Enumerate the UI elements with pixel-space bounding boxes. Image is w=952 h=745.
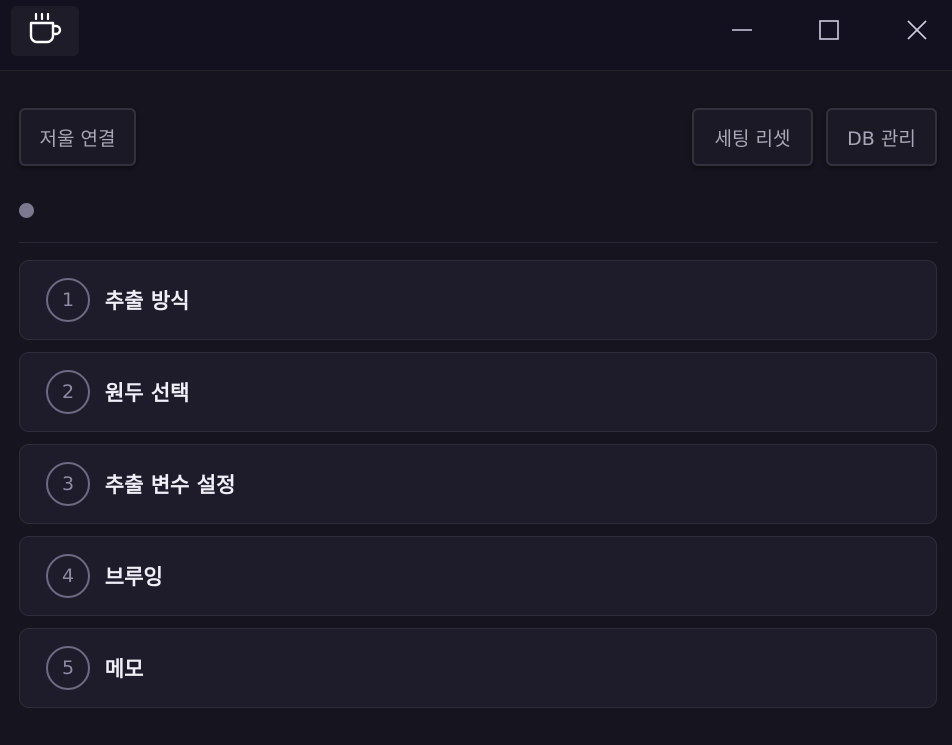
step-number-badge: 4 (46, 554, 90, 598)
minimize-icon (731, 19, 753, 45)
step-card-5[interactable]: 5 메모 (19, 628, 937, 708)
step-label: 브루잉 (105, 565, 163, 589)
step-list: 1 추출 방식 2 원두 선택 3 추출 변수 설정 4 브루잉 5 메모 (19, 260, 937, 720)
step-label: 추출 방식 (105, 289, 190, 313)
divider (19, 242, 937, 243)
step-number-badge: 3 (46, 462, 90, 506)
step-label: 추출 변수 설정 (105, 473, 236, 497)
app-logo[interactable] (11, 6, 79, 56)
maximize-button[interactable] (807, 10, 851, 54)
title-bar (0, 0, 952, 71)
coffee-cup-icon (27, 11, 63, 51)
minimize-button[interactable] (720, 10, 764, 54)
reset-settings-button[interactable]: 세팅 리셋 (692, 108, 813, 166)
step-card-4[interactable]: 4 브루잉 (19, 536, 937, 616)
maximize-icon (818, 19, 840, 45)
step-number-badge: 1 (46, 278, 90, 322)
step-card-3[interactable]: 3 추출 변수 설정 (19, 444, 937, 524)
step-card-2[interactable]: 2 원두 선택 (19, 352, 937, 432)
connect-scale-button[interactable]: 저울 연결 (19, 108, 136, 166)
step-card-1[interactable]: 1 추출 방식 (19, 260, 937, 340)
db-manage-button[interactable]: DB 관리 (826, 108, 937, 166)
step-number-badge: 2 (46, 370, 90, 414)
step-label: 메모 (105, 657, 144, 681)
app-window: 저울 연결 세팅 리셋 DB 관리 1 추출 방식 2 원두 선택 3 추출 변… (0, 0, 952, 745)
step-number-badge: 5 (46, 646, 90, 690)
close-button[interactable] (895, 10, 939, 54)
close-icon (906, 19, 928, 45)
step-label: 원두 선택 (105, 381, 190, 405)
connection-status-dot (19, 203, 34, 218)
